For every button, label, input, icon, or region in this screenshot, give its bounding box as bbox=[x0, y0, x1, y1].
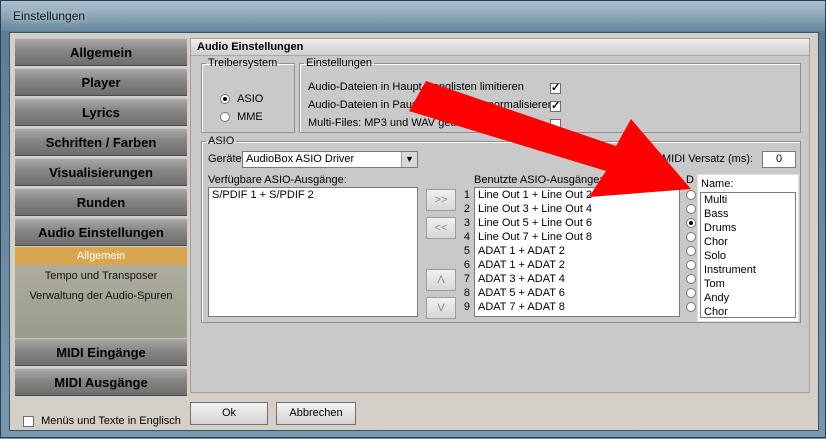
option-multifiles-label: Multi-Files: MP3 und WAV getrennt bbox=[308, 117, 479, 129]
available-outputs-list[interactable]: S/PDIF 1 + S/PDIF 2 bbox=[208, 187, 418, 317]
list-item[interactable]: S/PDIF 1 + S/PDIF 2 bbox=[209, 188, 417, 202]
sidebar: Allgemein Player Lyrics Schriften / Farb… bbox=[15, 38, 187, 429]
name-input[interactable]: Chor bbox=[701, 235, 795, 249]
row-number: 4 bbox=[463, 231, 470, 243]
list-item[interactable]: ADAT 1 + ADAT 2 bbox=[475, 258, 679, 272]
d-radio[interactable] bbox=[686, 232, 696, 242]
sidebar-item-allgemein[interactable]: Allgemein bbox=[15, 38, 187, 66]
english-checkbox-label: Menüs und Texte in Englisch bbox=[41, 415, 181, 427]
list-item[interactable]: ADAT 1 + ADAT 2 bbox=[475, 244, 679, 258]
midi-versatz-label: MIDI Versatz (ms): bbox=[662, 153, 754, 165]
list-item[interactable]: Line Out 7 + Line Out 8 bbox=[475, 230, 679, 244]
name-input[interactable]: Multi bbox=[701, 193, 795, 207]
name-input[interactable]: Chor bbox=[701, 305, 795, 319]
radio-asio-option[interactable]: ASIO bbox=[220, 93, 263, 105]
einstellungen-legend: Einstellungen bbox=[306, 57, 373, 69]
sidebar-item-audio-einstellungen[interactable]: Audio Einstellungen bbox=[15, 218, 187, 246]
geraete-label: Geräte bbox=[208, 153, 242, 165]
asio-legend: ASIO bbox=[208, 135, 235, 147]
d-column-label: D bbox=[686, 174, 694, 186]
option-normalize-label: Audio-Dateien in Pausen-Songlisten norma… bbox=[308, 99, 554, 111]
audio-subitems-panel: Allgemein Tempo und Transposer Verwaltun… bbox=[15, 247, 187, 344]
list-item[interactable]: Line Out 1 + Line Out 2 bbox=[475, 188, 679, 202]
device-select[interactable]: AudioBox ASIO Driver ▼ bbox=[242, 151, 418, 168]
used-outputs-list[interactable]: Line Out 1 + Line Out 2 Line Out 3 + Lin… bbox=[474, 187, 680, 317]
row-number: 5 bbox=[463, 245, 470, 257]
sidebar-item-player[interactable]: Player bbox=[15, 68, 187, 96]
sidebar-item-midi-ausgaenge[interactable]: MIDI Ausgänge bbox=[15, 368, 187, 396]
row-number: 9 bbox=[463, 301, 470, 313]
list-item[interactable]: Line Out 3 + Line Out 4 bbox=[475, 202, 679, 216]
subitem-allgemein[interactable]: Allgemein bbox=[15, 247, 187, 265]
radio-mme-option[interactable]: MME bbox=[220, 111, 263, 123]
ok-button[interactable]: Ok bbox=[190, 402, 268, 425]
move-right-button[interactable]: >> bbox=[426, 189, 456, 211]
row-number: 8 bbox=[463, 287, 470, 299]
move-down-button[interactable]: V bbox=[426, 297, 456, 319]
name-input[interactable]: Bass bbox=[701, 207, 795, 221]
option-normalize-checkbox[interactable] bbox=[550, 99, 561, 112]
name-column-label: Name: bbox=[701, 178, 734, 190]
available-outputs-label: Verfügbare ASIO-Ausgänge: bbox=[208, 174, 347, 186]
d-radio[interactable] bbox=[686, 246, 696, 256]
radio-asio-label: ASIO bbox=[237, 93, 264, 105]
row-number: 6 bbox=[463, 259, 470, 271]
name-input[interactable]: Instrument bbox=[701, 263, 795, 277]
d-radio[interactable] bbox=[686, 204, 696, 214]
name-input[interactable]: Andy bbox=[701, 291, 795, 305]
sidebar-item-runden[interactable]: Runden bbox=[15, 188, 187, 216]
name-column: Name: Multi Bass Drums Chor Solo Instrum… bbox=[697, 174, 799, 322]
radio-mme-label: MME bbox=[237, 111, 263, 123]
option-multifiles-checkbox[interactable] bbox=[550, 119, 561, 130]
name-list[interactable]: Multi Bass Drums Chor Solo Instrument To… bbox=[700, 192, 796, 318]
midi-versatz-input[interactable]: 0 bbox=[762, 151, 796, 168]
title-bar[interactable]: Einstellungen bbox=[1, 1, 825, 31]
english-checkbox[interactable] bbox=[23, 415, 34, 427]
d-radio[interactable] bbox=[686, 288, 696, 298]
treibersystem-group: Treibersystem ASIO MME bbox=[201, 57, 295, 133]
d-radio[interactable] bbox=[686, 218, 696, 228]
row-number: 2 bbox=[463, 203, 470, 215]
sidebar-item-schriften-farben[interactable]: Schriften / Farben bbox=[15, 128, 187, 156]
page-title: Audio Einstellungen bbox=[191, 39, 809, 56]
subitem-audio-spuren[interactable]: Verwaltung der Audio-Spuren bbox=[15, 287, 187, 305]
d-radio[interactable] bbox=[686, 302, 696, 312]
d-radio[interactable] bbox=[686, 274, 696, 284]
sidebar-item-lyrics[interactable]: Lyrics bbox=[15, 98, 187, 126]
move-left-button[interactable]: << bbox=[426, 217, 456, 239]
subitem-tempo-transposer[interactable]: Tempo und Transposer bbox=[15, 267, 187, 285]
name-input[interactable]: Drums bbox=[701, 221, 795, 235]
row-numbers: 1 2 3 4 5 6 7 8 9 bbox=[458, 188, 470, 314]
name-input[interactable]: Solo bbox=[701, 249, 795, 263]
radio-asio[interactable] bbox=[220, 94, 230, 105]
window-title: Einstellungen bbox=[13, 9, 86, 23]
option-limit-label: Audio-Dateien in Haupt-Songlisten limiti… bbox=[308, 81, 524, 93]
used-outputs-label: Benutzte ASIO-Ausgänge: bbox=[474, 174, 603, 186]
cancel-button[interactable]: Abbrechen bbox=[276, 402, 356, 425]
move-up-button[interactable]: Λ bbox=[426, 269, 456, 291]
list-item[interactable]: ADAT 3 + ADAT 4 bbox=[475, 272, 679, 286]
d-radio[interactable] bbox=[686, 260, 696, 270]
settings-window: Einstellungen Allgemein Player Lyrics Sc… bbox=[0, 0, 826, 438]
sidebar-item-midi-eingaenge[interactable]: MIDI Eingänge bbox=[15, 338, 187, 366]
list-item[interactable]: ADAT 5 + ADAT 6 bbox=[475, 286, 679, 300]
list-item[interactable]: ADAT 7 + ADAT 8 bbox=[475, 300, 679, 314]
list-item[interactable]: Line Out 5 + Line Out 6 bbox=[475, 216, 679, 230]
radio-mme[interactable] bbox=[220, 112, 230, 123]
device-select-value: AudioBox ASIO Driver bbox=[246, 153, 355, 165]
d-radio[interactable] bbox=[686, 190, 696, 200]
option-limit-checkbox[interactable] bbox=[550, 81, 561, 94]
treibersystem-legend: Treibersystem bbox=[208, 57, 278, 69]
sidebar-item-visualisierungen[interactable]: Visualisierungen bbox=[15, 158, 187, 186]
chevron-down-icon[interactable]: ▼ bbox=[401, 152, 417, 167]
einstellungen-group: Einstellungen Audio-Dateien in Haupt-Son… bbox=[299, 57, 801, 133]
row-number: 3 bbox=[463, 217, 470, 229]
english-option[interactable]: Menüs und Texte in Englisch bbox=[23, 413, 181, 429]
name-input[interactable]: Tom bbox=[701, 277, 795, 291]
row-number: 7 bbox=[463, 273, 470, 285]
row-number: 1 bbox=[463, 189, 470, 201]
